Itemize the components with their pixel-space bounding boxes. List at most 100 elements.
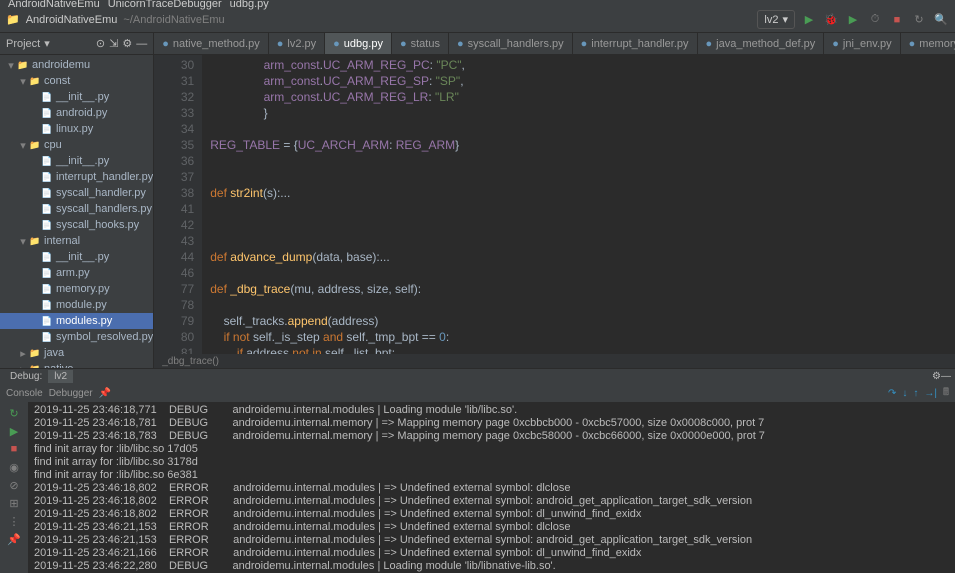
window-tab-3[interactable]: udbg.py <box>230 0 269 10</box>
stop-icon[interactable]: ■ <box>7 442 21 456</box>
editor-tab[interactable]: ●syscall_handlers.py <box>449 33 573 55</box>
code-line[interactable] <box>210 153 955 169</box>
line-number[interactable]: 36 <box>154 153 194 169</box>
debug-button[interactable]: 🐞 <box>823 12 839 28</box>
select-opened-file-icon[interactable]: ⊙ <box>96 37 105 50</box>
line-number[interactable]: 35 <box>154 137 194 153</box>
editor-tab[interactable]: ●status <box>392 33 449 55</box>
step-out-icon[interactable]: ↑ <box>913 388 918 399</box>
line-number[interactable]: 42 <box>154 217 194 233</box>
profile-button[interactable]: ⏱ <box>867 12 883 28</box>
code-line[interactable]: REG_TABLE = {UC_ARCH_ARM: REG_ARM} <box>210 137 955 153</box>
layout-icon[interactable]: ⊞ <box>7 496 21 510</box>
tree-twisty-icon[interactable]: ▾ <box>18 235 28 248</box>
tree-folder[interactable]: ▾internal <box>0 233 153 249</box>
line-number[interactable]: 30 <box>154 57 194 73</box>
tree-file[interactable]: android.py <box>0 105 153 121</box>
tree-folder[interactable]: ▸native <box>0 361 153 368</box>
line-number[interactable]: 79 <box>154 313 194 329</box>
code-editor[interactable]: arm_const.UC_ARM_REG_PC: "PC", arm_const… <box>202 55 955 354</box>
code-line[interactable]: arm_const.UC_ARM_REG_SP: "SP", <box>210 73 955 89</box>
line-number[interactable]: 81 <box>154 345 194 354</box>
code-line[interactable]: self._tracks.append(address) <box>210 313 955 329</box>
tree-folder[interactable]: ▸java <box>0 345 153 361</box>
chevron-down-icon[interactable]: ▾ <box>44 37 50 50</box>
editor-tab[interactable]: ●memory_helpers.py <box>901 33 955 55</box>
vcs-update-button[interactable]: ↻ <box>911 12 927 28</box>
code-line[interactable]: def _dbg_trace(mu, address, size, self): <box>210 281 955 297</box>
window-tab-1[interactable]: AndroidNativeEmu <box>8 0 100 10</box>
tree-twisty-icon[interactable]: ▸ <box>18 347 28 360</box>
tree-file[interactable]: linux.py <box>0 121 153 137</box>
line-number[interactable]: 34 <box>154 121 194 137</box>
code-line[interactable]: def str2int(s):... <box>210 185 955 201</box>
pin-icon[interactable]: 📌 <box>7 532 21 546</box>
collapse-all-icon[interactable]: ⇲ <box>109 37 118 50</box>
line-number[interactable]: 46 <box>154 265 194 281</box>
code-line[interactable] <box>210 201 955 217</box>
editor-tab[interactable]: ●lv2.py <box>269 33 325 55</box>
tree-file[interactable]: symbol_resolved.py <box>0 329 153 345</box>
code-line[interactable] <box>210 297 955 313</box>
editor-tab[interactable]: ●java_method_def.py <box>698 33 825 55</box>
project-tree[interactable]: ▾androidemu▾const__init__.pyandroid.pyli… <box>0 55 153 368</box>
tree-twisty-icon[interactable]: ▾ <box>18 139 28 152</box>
view-breakpoints-icon[interactable]: ◉ <box>7 460 21 474</box>
code-line[interactable] <box>210 169 955 185</box>
code-line[interactable] <box>210 233 955 249</box>
line-number[interactable]: 32 <box>154 89 194 105</box>
debug-subtab-debugger[interactable]: Debugger <box>49 388 93 399</box>
code-line[interactable]: arm_const.UC_ARM_REG_PC: "PC", <box>210 57 955 73</box>
tree-file[interactable]: syscall_handler.py <box>0 185 153 201</box>
tree-file[interactable]: __init__.py <box>0 249 153 265</box>
tree-file[interactable]: interrupt_handler.py <box>0 169 153 185</box>
tree-folder[interactable]: ▾const <box>0 73 153 89</box>
code-line[interactable]: arm_const.UC_ARM_REG_LR: "LR" <box>210 89 955 105</box>
editor-tab[interactable]: ●jni_env.py <box>824 33 900 55</box>
run-config-dropdown[interactable]: lv2 ▾ <box>757 10 795 29</box>
line-number[interactable]: 37 <box>154 169 194 185</box>
code-line[interactable]: if address not in self._list_bpt: <box>210 345 955 354</box>
stop-button[interactable]: ■ <box>889 12 905 28</box>
tree-file[interactable]: arm.py <box>0 265 153 281</box>
code-line[interactable]: def advance_dump(data, base):... <box>210 249 955 265</box>
breadcrumb-project[interactable]: AndroidNativeEmu <box>26 14 118 26</box>
gear-icon[interactable]: ⚙ <box>932 371 941 382</box>
editor-tab[interactable]: ●udbg.py <box>325 33 392 55</box>
tree-file[interactable]: __init__.py <box>0 89 153 105</box>
editor-tab[interactable]: ●native_method.py <box>154 33 269 55</box>
editor-tab[interactable]: ●interrupt_handler.py <box>573 33 698 55</box>
evaluate-icon[interactable]: 🖩 <box>943 385 949 402</box>
line-number[interactable]: 44 <box>154 249 194 265</box>
tree-file[interactable]: memory.py <box>0 281 153 297</box>
line-number[interactable]: 33 <box>154 105 194 121</box>
tree-folder[interactable]: ▾cpu <box>0 137 153 153</box>
tree-folder[interactable]: ▾androidemu <box>0 57 153 73</box>
rerun-icon[interactable]: ↻ <box>7 406 21 420</box>
line-number[interactable]: 80 <box>154 329 194 345</box>
code-line[interactable] <box>210 265 955 281</box>
editor-breadcrumb[interactable]: _dbg_trace() <box>154 354 955 368</box>
debug-tab-current[interactable]: lv2 <box>48 370 73 383</box>
line-number[interactable]: 38 <box>154 185 194 201</box>
tree-twisty-icon[interactable]: ▾ <box>6 59 16 72</box>
code-line[interactable] <box>210 217 955 233</box>
tree-file[interactable]: __init__.py <box>0 153 153 169</box>
coverage-button[interactable]: ▶ <box>845 12 861 28</box>
tree-twisty-icon[interactable]: ▾ <box>18 75 28 88</box>
tree-file[interactable]: syscall_handlers.py <box>0 201 153 217</box>
tree-twisty-icon[interactable]: ▸ <box>18 363 28 369</box>
step-over-icon[interactable]: ↷ <box>888 388 896 399</box>
code-line[interactable] <box>210 121 955 137</box>
pin-icon[interactable]: 📌 <box>99 388 111 399</box>
settings-icon[interactable]: ⋮ <box>7 514 21 528</box>
code-line[interactable]: if not self._is_step and self._tmp_bpt =… <box>210 329 955 345</box>
resume-icon[interactable]: ▶ <box>7 424 21 438</box>
mute-breakpoints-icon[interactable]: ⊘ <box>7 478 21 492</box>
line-number[interactable]: 43 <box>154 233 194 249</box>
step-into-icon[interactable]: ↓ <box>902 388 907 399</box>
line-number[interactable]: 78 <box>154 297 194 313</box>
hide-icon[interactable]: — <box>941 371 951 382</box>
debug-subtab-console[interactable]: Console <box>6 388 43 399</box>
line-number[interactable]: 31 <box>154 73 194 89</box>
